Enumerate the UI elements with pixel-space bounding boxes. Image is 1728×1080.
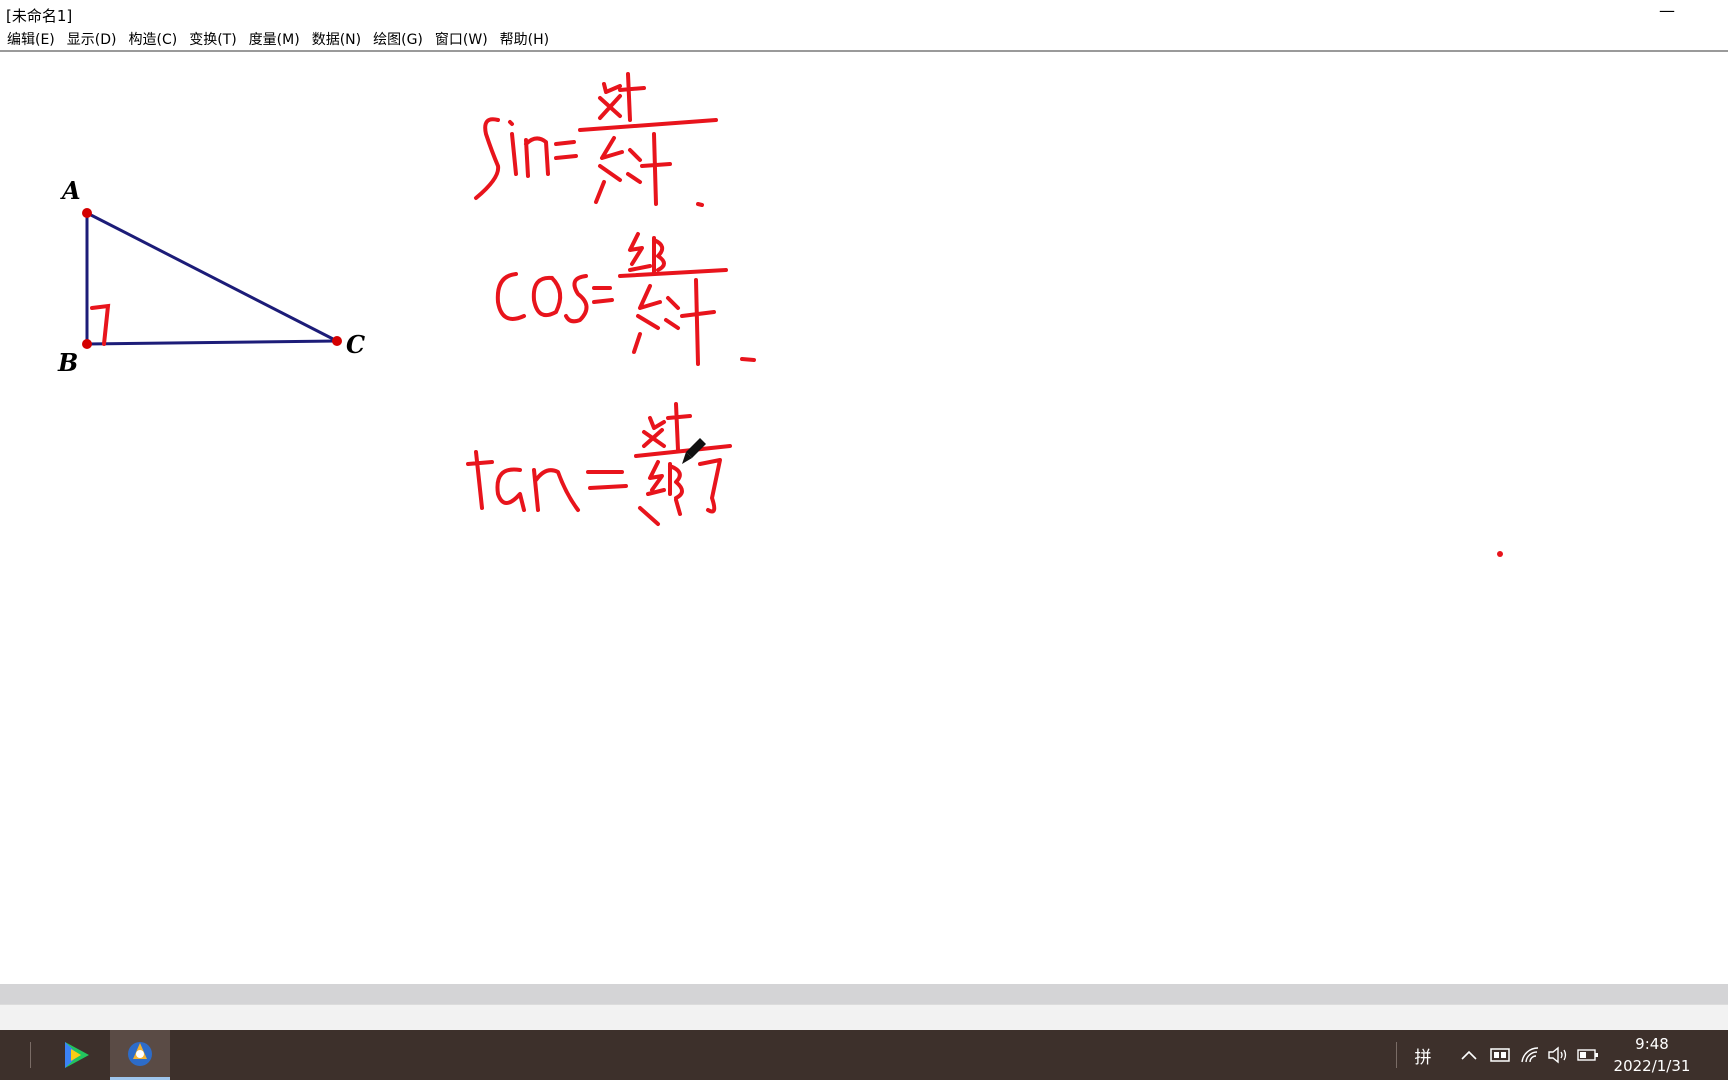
ink-dot — [1497, 551, 1503, 557]
volume-icon[interactable] — [1546, 1044, 1570, 1066]
label-b[interactable]: B — [58, 348, 78, 377]
clock-time: 9:48 — [1635, 1035, 1669, 1053]
point-b[interactable] — [82, 339, 92, 349]
sketchpad-app-button[interactable] — [110, 1030, 170, 1080]
segment-bc[interactable] — [86, 339, 338, 346]
window-title: [未命名1] — [6, 7, 73, 25]
menu-edit[interactable]: 编辑(E) — [4, 29, 64, 49]
sin-formula-ink — [474, 72, 718, 207]
menu-data[interactable]: 数据(N) — [309, 29, 370, 49]
taskbar: 拼 9:48 2022/1/31 — [0, 1030, 1728, 1080]
title-bar: [未命名1] — — [0, 0, 1728, 28]
menu-window[interactable]: 窗口(W) — [432, 29, 497, 49]
wifi-icon[interactable] — [1518, 1044, 1542, 1066]
menu-transform[interactable]: 变换(T) — [186, 29, 245, 49]
taskbar-clock[interactable]: 9:48 2022/1/31 — [1602, 1033, 1702, 1077]
cos-formula-ink — [495, 232, 756, 366]
menu-bar: 编辑(E) 显示(D) 构造(C) 变换(T) 度量(M) 数据(N) 绘图(G… — [0, 28, 1728, 52]
ime-mode-icon[interactable] — [1488, 1044, 1512, 1066]
tan-formula-ink — [466, 402, 732, 526]
canvas-drawing — [82, 72, 1503, 557]
point-a[interactable] — [82, 208, 92, 218]
clock-date: 2022/1/31 — [1613, 1057, 1691, 1075]
segment-ac[interactable] — [86, 211, 338, 343]
menu-display[interactable]: 显示(D) — [64, 29, 126, 49]
sketchpad-icon — [128, 1041, 152, 1066]
horizontal-scrollbar[interactable] — [0, 984, 1728, 1004]
battery-icon[interactable] — [1576, 1044, 1600, 1066]
player-app-button[interactable] — [48, 1030, 104, 1080]
minimize-button[interactable]: — — [1652, 2, 1682, 24]
ime-indicator[interactable]: 拼 — [1410, 1044, 1436, 1068]
right-angle-mark — [90, 303, 111, 346]
sketch-canvas[interactable]: A B C — [0, 54, 1728, 984]
status-bar — [0, 1004, 1728, 1031]
triangle-abc[interactable] — [85, 211, 338, 346]
menu-measure[interactable]: 度量(M) — [246, 29, 309, 49]
chevron-up-icon[interactable] — [1458, 1044, 1480, 1066]
label-c[interactable]: C — [346, 330, 365, 359]
menu-graph[interactable]: 绘图(G) — [370, 29, 432, 49]
taskbar-separator — [30, 1042, 31, 1068]
taskbar-separator — [1396, 1042, 1397, 1068]
label-a[interactable]: A — [62, 176, 81, 205]
menu-construct[interactable]: 构造(C) — [126, 29, 187, 49]
menu-help[interactable]: 帮助(H) — [497, 29, 558, 49]
player-icon — [65, 1042, 89, 1068]
sketchpad-window: [未命名1] — 编辑(E) 显示(D) 构造(C) 变换(T) 度量(M) 数… — [0, 0, 1728, 1031]
point-c[interactable] — [332, 336, 342, 346]
